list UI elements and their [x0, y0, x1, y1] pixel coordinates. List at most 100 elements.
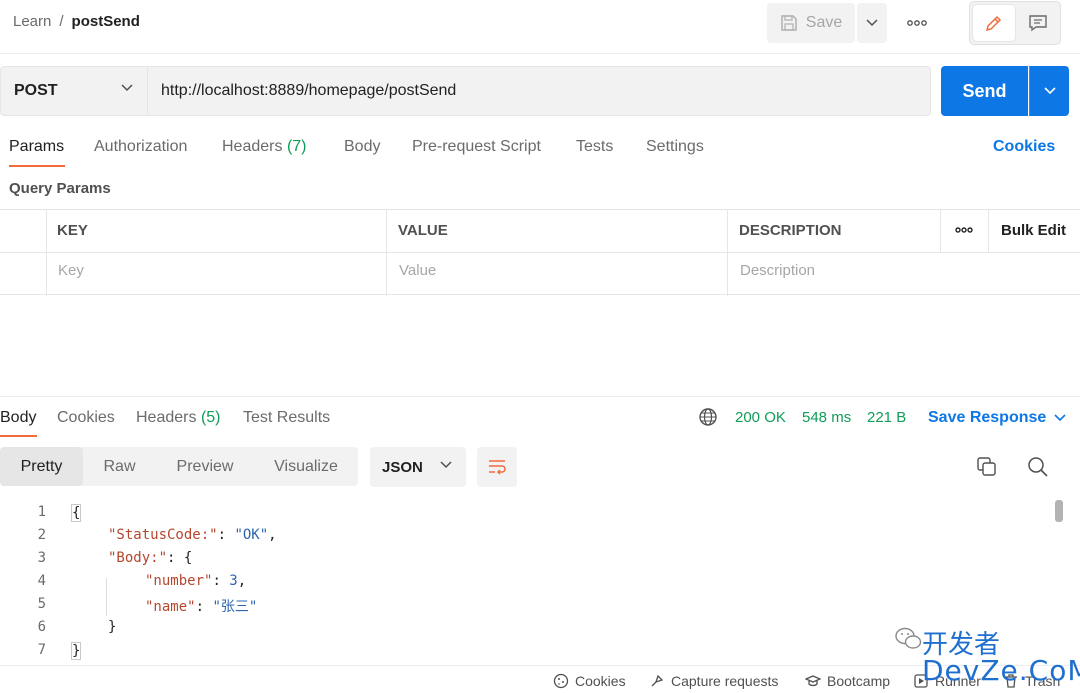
response-time[interactable]: 548 ms [802, 409, 851, 426]
tab-body[interactable]: Body [344, 138, 380, 156]
status-code[interactable]: 200 OK [735, 409, 786, 426]
view-mode-raw[interactable]: Raw [83, 447, 156, 486]
key-input[interactable]: Key [58, 262, 84, 279]
copy-button[interactable] [976, 456, 998, 482]
send-options-button[interactable] [1029, 66, 1069, 116]
format-label: JSON [382, 458, 423, 476]
json-brace: { [183, 550, 193, 566]
column-options-button[interactable] [954, 222, 974, 242]
line-number: 1 [37, 504, 46, 520]
column-header-value: VALUE [398, 222, 448, 239]
method-select[interactable]: POST [0, 66, 148, 116]
ellipsis-icon [955, 227, 973, 233]
tab-response-body[interactable]: Body [0, 409, 36, 427]
json-brace: } [108, 619, 117, 635]
top-bar: Learn / postSend Save [0, 0, 1080, 54]
tab-response-cookies[interactable]: Cookies [57, 409, 115, 427]
line-number: 3 [37, 550, 46, 566]
tab-test-results[interactable]: Test Results [243, 409, 330, 427]
view-mode-preview[interactable]: Preview [156, 447, 254, 486]
more-actions-button[interactable] [901, 12, 933, 34]
indent-guide [106, 578, 107, 616]
save-button[interactable]: Save [767, 3, 855, 43]
json-key: "name" [145, 599, 196, 615]
code-line: "name": "张三" [145, 596, 257, 616]
breadcrumb-separator: / [59, 13, 64, 30]
tab-authorization[interactable]: Authorization [94, 138, 187, 156]
network-info-button[interactable] [698, 407, 718, 431]
save-response-label: Save Response [928, 409, 1047, 426]
chevron-down-icon [866, 19, 878, 27]
scrollbar-thumb[interactable] [1055, 500, 1063, 522]
statusbar-bootcamp[interactable]: Bootcamp [805, 673, 890, 689]
search-button[interactable] [1027, 456, 1049, 482]
description-input[interactable]: Description [740, 262, 815, 279]
code-line: } [108, 619, 116, 635]
json-value: 3 [229, 573, 238, 589]
tab-settings[interactable]: Settings [646, 138, 704, 156]
tab-headers[interactable]: Headers (7) [222, 138, 307, 156]
response-bar: Body Cookies Headers (5) Test Results 20… [0, 396, 1080, 437]
row-divider [0, 252, 1080, 253]
json-colon: : [167, 550, 184, 566]
save-response-button[interactable]: Save Response [928, 409, 1066, 427]
view-mode-pretty[interactable]: Pretty [0, 447, 83, 486]
code-line: "StatusCode:": "OK", [108, 527, 277, 543]
response-size[interactable]: 221 B [867, 409, 906, 426]
statusbar-capture-requests[interactable]: Capture requests [649, 673, 778, 689]
watermark: 开发者 DevZe.CoM [890, 622, 1080, 692]
json-comma: , [268, 527, 277, 543]
column-divider [940, 210, 941, 252]
column-divider [727, 210, 728, 296]
statusbar-cookies-label: Cookies [575, 673, 626, 689]
code-line: "number": 3, [145, 573, 246, 589]
statusbar-bootcamp-label: Bootcamp [827, 673, 891, 689]
headers-count-badge: (7) [286, 138, 307, 155]
column-divider [988, 210, 989, 252]
json-brace: } [71, 642, 82, 660]
tab-params[interactable]: Params [9, 138, 64, 156]
pencil-icon [985, 15, 1002, 32]
bulk-edit-button[interactable]: Bulk Edit [1001, 222, 1066, 239]
request-name[interactable]: postSend [72, 13, 140, 30]
watermark-bottom-text: DevZe.CoM [922, 654, 1080, 687]
line-number: 4 [37, 573, 46, 589]
chevron-down-icon [1043, 87, 1056, 95]
column-header-key: KEY [57, 222, 88, 239]
json-key: "Body:" [108, 550, 168, 566]
statusbar-cookies[interactable]: Cookies [553, 673, 626, 689]
json-brace: { [71, 504, 82, 522]
statusbar-capture-label: Capture requests [671, 673, 779, 689]
breadcrumb-parent[interactable]: Learn [13, 13, 51, 30]
method-label: POST [14, 82, 58, 99]
active-tab-indicator [0, 435, 37, 437]
tab-headers-label: Headers [222, 138, 283, 155]
request-tabs: Params Authorization Headers (7) Body Pr… [0, 132, 1080, 167]
save-options-button[interactable] [857, 3, 887, 43]
wrap-lines-button[interactable] [477, 447, 517, 487]
value-input[interactable]: Value [399, 262, 436, 279]
url-input[interactable]: http://localhost:8889/homepage/postSend [148, 66, 931, 116]
cookies-link[interactable]: Cookies [993, 138, 1055, 156]
line-number: 7 [37, 642, 46, 658]
json-value: "张三" [212, 599, 258, 615]
comments-button[interactable] [1017, 5, 1059, 41]
save-label: Save [805, 14, 843, 31]
line-number: 5 [37, 596, 46, 612]
code-line: } [71, 642, 82, 660]
capture-icon [651, 674, 664, 687]
wechat-icon [895, 627, 922, 649]
breadcrumb: Learn / postSend [13, 13, 140, 30]
send-button[interactable]: Send [941, 66, 1028, 116]
wrap-icon [489, 460, 506, 475]
chevron-down-icon [121, 84, 133, 92]
json-colon: : [212, 573, 230, 589]
globe-icon [699, 408, 717, 426]
view-mode-visualize[interactable]: Visualize [254, 447, 358, 486]
column-divider [386, 210, 387, 296]
tab-tests[interactable]: Tests [576, 138, 613, 156]
tab-prerequest-script[interactable]: Pre-request Script [412, 138, 541, 156]
tab-response-headers[interactable]: Headers (5) [136, 409, 221, 427]
edit-mode-button[interactable] [973, 5, 1015, 41]
format-select[interactable]: JSON [370, 447, 466, 487]
